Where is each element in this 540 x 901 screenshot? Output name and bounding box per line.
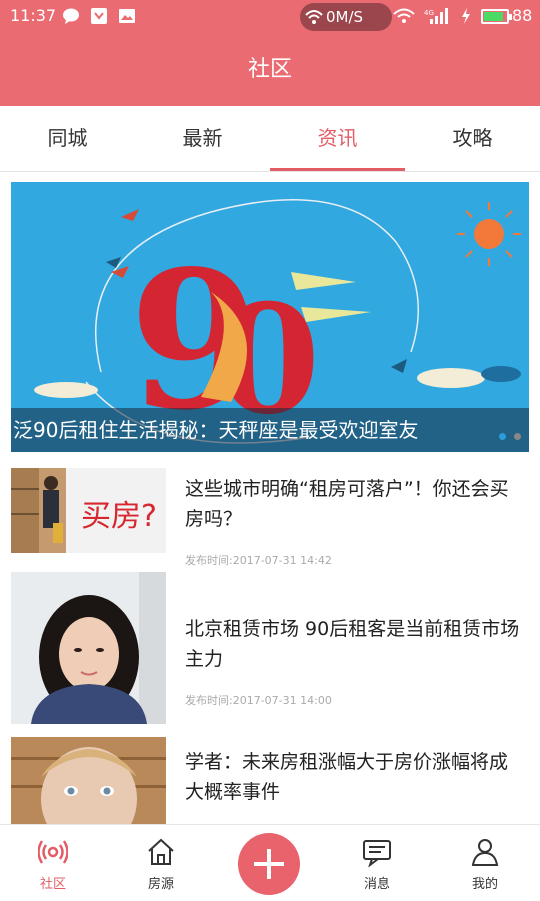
news-item[interactable]: 买房? 这些城市明确“租房可落户”！你还会买房吗？ 发布时间:2017-07-3… [11, 468, 529, 568]
carousel-indicator [499, 433, 521, 440]
news-title: 这些城市明确“租房可落户”！你还会买房吗？ [185, 478, 509, 530]
news-item[interactable]: 北京租赁市场 90后租客是当前租赁市场主力 发布时间:2017-07-31 14… [11, 572, 529, 727]
news-date: 发布时间:2017-07-31 14:42 [185, 554, 332, 567]
carousel-dot-active [499, 433, 506, 440]
status-time: 11:37 [10, 6, 57, 25]
nav-community[interactable]: 社区 [13, 825, 93, 901]
news-title: 学者：未来房租涨幅大于房价涨幅将成大概率事件 [185, 751, 509, 803]
carousel-dot [514, 433, 521, 440]
bottom-nav: 社区 房源 消息 我的 [0, 824, 540, 900]
status-bar: 11:37 0M/S 4G 88 [0, 0, 540, 34]
battery-icon [481, 9, 512, 24]
network-speed: 0M/S [300, 3, 392, 31]
page-title: 社区 [0, 34, 540, 106]
news-feed: 9 0 泛90后租住生活揭秘：天秤座是最受欢迎室友 买房? 这些城市明确“租房可… [0, 172, 540, 824]
tab-news[interactable]: 资讯 [270, 106, 405, 171]
battery-level: 88 [512, 6, 533, 25]
nav-listings[interactable]: 房源 [121, 825, 201, 901]
notification-app-icon [91, 8, 107, 24]
nav-label: 社区 [39, 877, 66, 892]
house-icon [148, 838, 174, 865]
image-icon [119, 9, 135, 23]
message-icon [363, 840, 391, 867]
banner-caption: 泛90后租住生活揭秘：天秤座是最受欢迎室友 [11, 408, 529, 452]
broadcast-icon [38, 840, 68, 864]
news-title: 北京租赁市场 90后租客是当前租赁市场主力 [185, 618, 520, 670]
tab-latest[interactable]: 最新 [135, 106, 270, 171]
svg-text:4G: 4G [424, 9, 434, 17]
thumbnail-text: 买房? [81, 499, 157, 534]
nav-mine[interactable]: 我的 [445, 825, 525, 901]
add-post-button[interactable] [238, 833, 300, 895]
charging-icon [462, 8, 470, 24]
nav-label: 房源 [147, 877, 174, 892]
news-item[interactable]: 学者：未来房租涨幅大于房价涨幅将成大概率事件 [11, 737, 529, 824]
nav-messages[interactable]: 消息 [337, 825, 417, 901]
sun-icon [457, 202, 521, 266]
speed-text: 0M/S [326, 8, 364, 26]
nav-label: 消息 [363, 877, 390, 892]
wifi-signal-icon [393, 8, 415, 23]
category-tabs: 同城 最新 资讯 攻略 [0, 106, 540, 172]
news-thumbnail [11, 737, 166, 824]
user-icon [471, 839, 499, 866]
nav-label: 我的 [471, 877, 498, 892]
news-date: 发布时间:2017-07-31 14:00 [185, 694, 332, 707]
chat-icon [63, 8, 79, 24]
wifi-icon [305, 10, 323, 24]
news-thumbnail [11, 572, 166, 724]
news-thumbnail: 买房? [11, 468, 166, 553]
tab-guides[interactable]: 攻略 [405, 106, 540, 171]
tab-local[interactable]: 同城 [0, 106, 135, 171]
cell-signal-icon: 4G [424, 8, 448, 24]
banner-carousel[interactable]: 9 0 泛90后租住生活揭秘：天秤座是最受欢迎室友 [11, 182, 529, 452]
